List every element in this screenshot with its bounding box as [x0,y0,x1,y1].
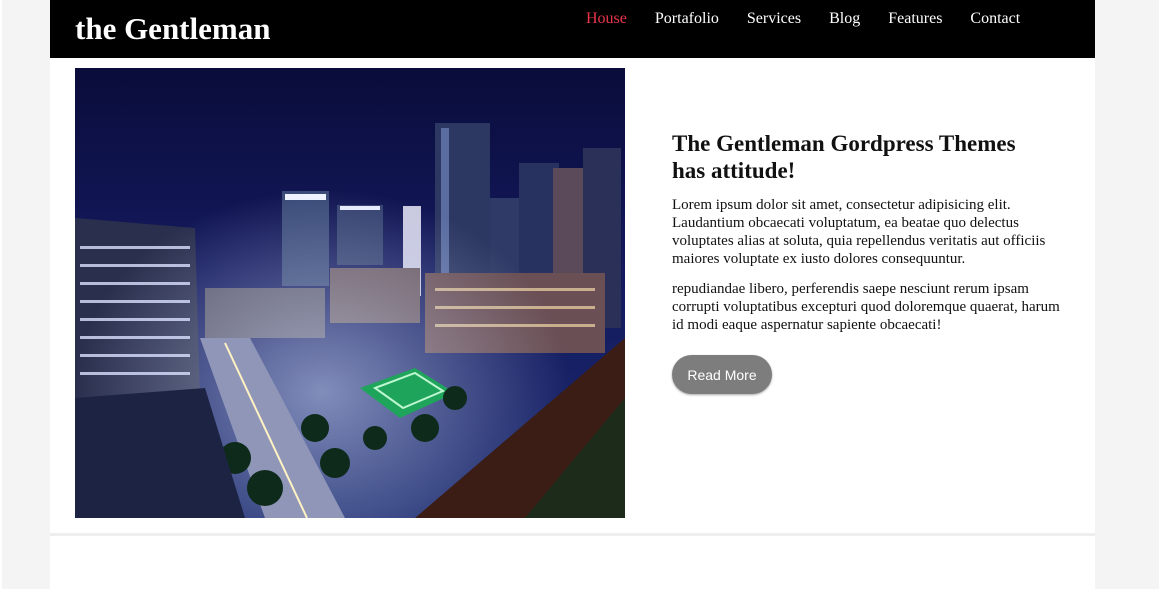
site-brand[interactable]: the Gentleman [75,10,270,48]
nav-item-contact[interactable]: Contact [970,9,1020,29]
hero-heading: The Gentleman Gordpress Themes has attit… [672,131,1016,183]
hero-city-image [75,68,625,518]
nav-item-portafolio[interactable]: Portafolio [655,9,719,29]
nav-item-blog[interactable]: Blog [829,9,860,29]
hero-text: The Gentleman Gordpress Themes has attit… [672,130,1072,346]
section-divider [50,533,1095,536]
hero-paragraph-1: Lorem ipsum dolor sit amet, consectetur … [672,197,1046,267]
nav-item-features[interactable]: Features [888,9,942,29]
nav-item-house[interactable]: House [586,9,627,29]
nav-item-services[interactable]: Services [747,9,801,29]
page-left-edge [0,0,2,589]
read-more-button[interactable]: Read More [672,355,772,394]
hero-paragraph-2: repudiandae libero, perferendis saepe ne… [672,281,1060,333]
main-nav: House Portafolio Services Blog Features … [586,9,1048,29]
site-header: the Gentleman House Portafolio Services … [50,0,1095,58]
